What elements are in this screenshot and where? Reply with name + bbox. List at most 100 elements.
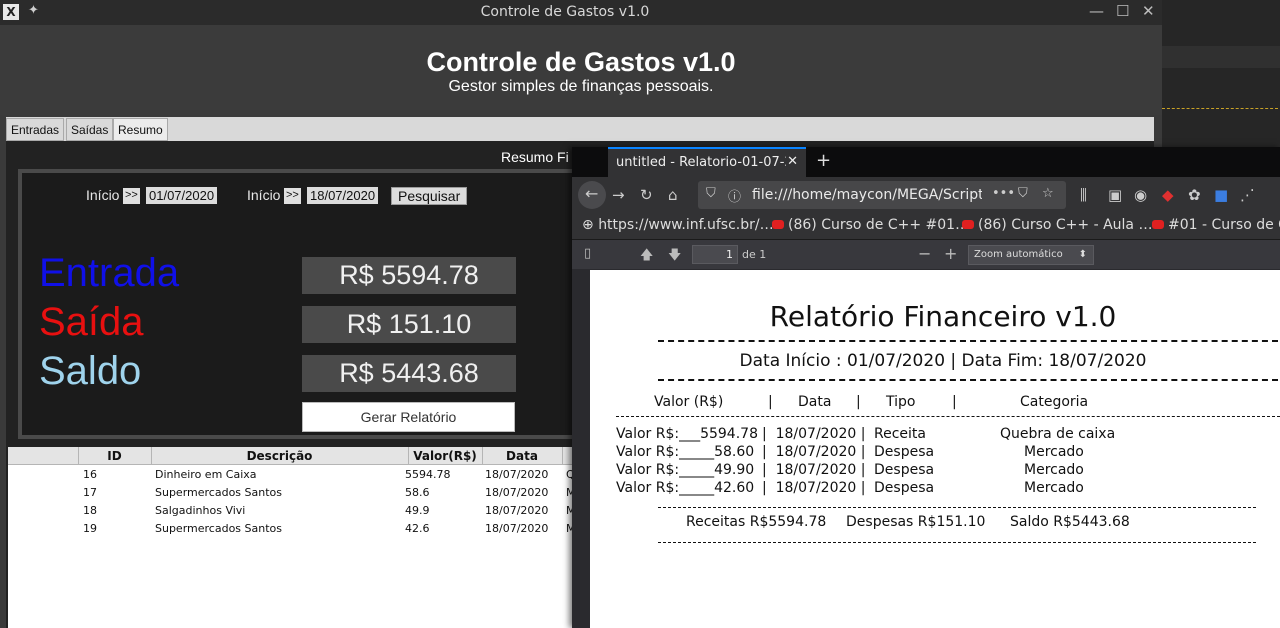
- app-subtitle: Gestor simples de finanças pessoais.: [448, 78, 714, 95]
- new-tab-icon[interactable]: +: [816, 150, 831, 171]
- browser-tab[interactable]: untitled - Relatorio-01-07-2 ✕: [608, 147, 806, 177]
- search-button[interactable]: Pesquisar: [391, 187, 468, 205]
- library-icon[interactable]: ⫼: [1080, 186, 1087, 204]
- sidebar-icon[interactable]: ▣: [1108, 186, 1122, 204]
- dashed-divider: [658, 507, 1256, 508]
- report-row-data: | 18/07/2020 |: [762, 426, 866, 442]
- cell-valor: 58.6: [405, 486, 430, 499]
- table-row[interactable]: 17 Supermercados Santos 58.6 18/07/2020 …: [8, 484, 576, 502]
- toggle-sidebar-icon[interactable]: ▯: [584, 246, 591, 261]
- zoom-in-icon[interactable]: +: [944, 244, 957, 263]
- report-row-valor: Valor R$:_____58.60: [616, 444, 755, 460]
- minimize-icon[interactable]: —: [1089, 2, 1104, 20]
- bookmark-item[interactable]: ⊕ https://www.inf.ufsc.br/…: [582, 217, 774, 233]
- tab-resumo[interactable]: Resumo: [113, 118, 168, 141]
- window-title: Controle de Gastos v1.0: [480, 4, 650, 20]
- report-header-data: Data: [798, 394, 832, 410]
- saldo-label: Saldo: [39, 349, 142, 393]
- column-divider: [562, 447, 563, 465]
- report-row-tipo: Despesa: [874, 480, 935, 496]
- transactions-table: ID Descrição Valor(R$) Data 16 Dinheiro …: [8, 447, 576, 628]
- editor-bar: [1160, 46, 1280, 68]
- report-row-categoria: Mercado: [1024, 444, 1084, 460]
- page-actions-icon[interactable]: •••: [992, 186, 1015, 201]
- extension-red-icon[interactable]: ◆: [1162, 186, 1174, 204]
- close-icon[interactable]: ✕: [1142, 2, 1155, 20]
- shield-icon[interactable]: ⛉: [706, 186, 716, 201]
- bookmark-item[interactable]: (86) Curso C++ - Aula …: [962, 217, 1152, 233]
- previous-page-icon[interactable]: 🡅: [640, 246, 653, 268]
- overflow-menu-icon[interactable]: ⋰: [1240, 186, 1255, 204]
- report-row-categoria: Mercado: [1024, 480, 1084, 496]
- window-titlebar: X ✦ Controle de Gastos v1.0 — ☐ ✕: [0, 0, 1162, 25]
- report-header-sep: |: [952, 394, 957, 410]
- report-title: Relatório Financeiro v1.0: [769, 300, 1117, 333]
- account-icon[interactable]: ◉: [1134, 186, 1147, 204]
- column-header-data[interactable]: Data: [482, 449, 562, 463]
- next-page-icon[interactable]: 🡇: [668, 246, 681, 268]
- bookmark-star-icon[interactable]: ☆: [1042, 186, 1054, 201]
- browser-tab-title: untitled - Relatorio-01-07-2: [616, 155, 786, 170]
- column-header-id[interactable]: ID: [78, 449, 151, 463]
- forward-icon[interactable]: →: [612, 186, 625, 204]
- home-icon[interactable]: ⌂: [668, 186, 678, 204]
- back-button[interactable]: ←: [578, 181, 606, 209]
- end-date-picker-button[interactable]: >>: [284, 188, 301, 204]
- entrada-value: R$ 5594.78: [302, 257, 516, 294]
- cell-data: 18/07/2020: [485, 486, 549, 499]
- bookmarks-toolbar: ⊕ https://www.inf.ufsc.br/… (86) Curso d…: [572, 213, 1280, 239]
- youtube-icon: [962, 220, 974, 229]
- cell-data: 18/07/2020: [485, 468, 549, 481]
- end-date-label: Início: [247, 187, 281, 203]
- table-row[interactable]: 19 Supermercados Santos 42.6 18/07/2020 …: [8, 520, 576, 538]
- youtube-icon: [772, 220, 784, 229]
- tab-saidas[interactable]: Saídas: [66, 118, 114, 141]
- report-date-range: Data Início : 01/07/2020 | Data Fim: 18/…: [739, 351, 1147, 371]
- bookmark-label: (86) Curso C++ - Aula …: [978, 217, 1153, 233]
- tab-entradas[interactable]: Entradas: [6, 118, 65, 141]
- report-header-tipo: Tipo: [886, 394, 916, 410]
- zoom-out-icon[interactable]: −: [918, 244, 931, 263]
- report-header-valor: Valor (R$): [654, 394, 724, 410]
- page-number-input[interactable]: 1: [692, 245, 738, 264]
- report-row-tipo: Despesa: [874, 462, 935, 478]
- start-date-picker-button[interactable]: >>: [123, 188, 140, 204]
- column-header-descricao[interactable]: Descrição: [151, 449, 408, 463]
- desktop: X ✦ Controle de Gastos v1.0 — ☐ ✕ Contro…: [0, 0, 1280, 628]
- bookmark-label: #01 - Curso de Q: [1168, 217, 1280, 233]
- zoom-select[interactable]: Zoom automático ⬍: [968, 245, 1094, 265]
- start-date-field[interactable]: 01/07/2020: [146, 187, 218, 204]
- zoom-value: Zoom automático: [974, 249, 1063, 260]
- page-count: de 1: [742, 248, 767, 261]
- browser-window: untitled - Relatorio-01-07-2 ✕ + ← → ↻ ⌂…: [572, 147, 1280, 628]
- end-date-field[interactable]: 18/07/2020: [307, 187, 379, 204]
- generate-report-button[interactable]: Gerar Relatório: [302, 402, 515, 432]
- report-row-data: | 18/07/2020 |: [762, 480, 866, 496]
- info-icon[interactable]: ⓘ: [728, 186, 741, 205]
- report-row-data: | 18/07/2020 |: [762, 444, 866, 460]
- url-bar[interactable]: ⛉ ⓘ file:///home/maycon/MEGA/Scripts •••…: [698, 181, 1066, 209]
- back-icon: ←: [585, 184, 599, 203]
- pocket-icon[interactable]: ⛉: [1018, 186, 1028, 201]
- app-header: Controle de Gastos v1.0 Gestor simples d…: [0, 25, 1162, 115]
- cell-descricao: Supermercados Santos: [155, 486, 282, 499]
- table-row[interactable]: 18 Salgadinhos Vivi 49.9 18/07/2020 M: [8, 502, 576, 520]
- cell-data: 18/07/2020: [485, 504, 549, 517]
- bookmark-item[interactable]: (86) Curso de C++ #01…: [772, 217, 969, 233]
- bookmark-label: (86) Curso de C++ #01…: [788, 217, 970, 233]
- bookmark-item[interactable]: #01 - Curso de Q: [1152, 217, 1280, 233]
- report-row-categoria: Mercado: [1024, 462, 1084, 478]
- pdf-page: Relatório Financeiro v1.0 Data Início : …: [590, 270, 1280, 628]
- cell-valor: 5594.78: [405, 468, 451, 481]
- reload-icon[interactable]: ↻: [640, 186, 653, 204]
- maximize-icon[interactable]: ☐: [1116, 2, 1129, 20]
- url-text[interactable]: file:///home/maycon/MEGA/Scripts: [752, 187, 982, 203]
- extension-icon[interactable]: ✿: [1188, 186, 1201, 204]
- report-total-saldo: Saldo R$5443.68: [1010, 514, 1130, 530]
- cell-valor: 42.6: [405, 522, 430, 535]
- close-tab-icon[interactable]: ✕: [787, 154, 798, 169]
- cell-descricao: Supermercados Santos: [155, 522, 282, 535]
- translate-icon[interactable]: ■: [1214, 186, 1228, 204]
- table-row[interactable]: 16 Dinheiro em Caixa 5594.78 18/07/2020 …: [8, 466, 575, 484]
- column-header-valor[interactable]: Valor(R$): [408, 449, 482, 463]
